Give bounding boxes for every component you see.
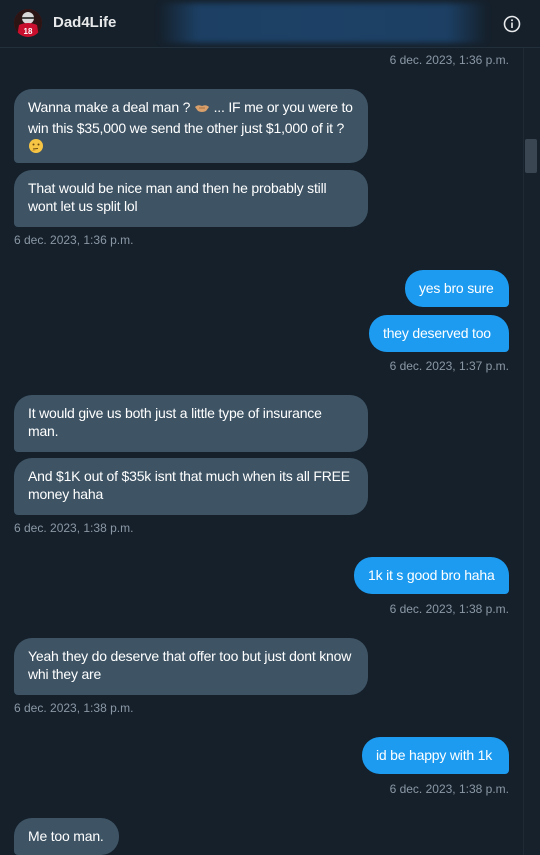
message-timestamp: 6 dec. 2023, 1:38 p.m. [389, 782, 509, 796]
message-bubble-incoming[interactable]: Wanna make a deal man ? ... IF me or you… [14, 89, 368, 163]
thinking-face-emoji [28, 138, 44, 158]
redacted-banner [158, 3, 488, 43]
message-text: Yeah they do deserve that offer too but … [28, 648, 352, 682]
message-text: Me too man. [28, 828, 104, 844]
svg-text:18: 18 [24, 27, 33, 36]
message-text: Wanna make a deal man ? [28, 99, 191, 115]
message-bubble-incoming[interactable]: Me too man. [14, 818, 119, 855]
message-timestamp: 6 dec. 2023, 1:37 p.m. [389, 359, 509, 373]
message-bubble-outgoing[interactable]: they deserved too [369, 315, 509, 352]
info-icon[interactable] [502, 14, 522, 34]
scrollbar-thumb[interactable] [525, 139, 537, 173]
message-bubble-incoming[interactable]: It would give us both just a little type… [14, 395, 368, 452]
message-text: It would give us both just a little type… [28, 405, 322, 439]
message-timestamp: 6 dec. 2023, 1:36 p.m. [14, 233, 134, 247]
message-text: That would be nice man and then he proba… [28, 180, 327, 214]
message-timestamp: 6 dec. 2023, 1:38 p.m. [14, 701, 134, 715]
message-bubble-incoming[interactable]: That would be nice man and then he proba… [14, 170, 368, 227]
conversation-header: 18 Dad4Life [0, 0, 540, 48]
contact-name[interactable]: Dad4Life [53, 14, 116, 31]
message-timestamp: 6 dec. 2023, 1:36 p.m. [389, 53, 509, 67]
message-bubble-incoming[interactable]: And $1K out of $35k isnt that much when … [14, 458, 368, 515]
message-bubble-outgoing[interactable]: yes bro sure [405, 270, 509, 307]
message-timestamp: 6 dec. 2023, 1:38 p.m. [14, 521, 134, 535]
football-player-avatar-icon[interactable]: 18 [14, 9, 42, 37]
handshake-emoji [194, 101, 210, 119]
message-text: 1k it s good bro haha [368, 567, 495, 583]
message-text: they deserved too [383, 325, 491, 341]
message-text: yes bro sure [419, 280, 494, 296]
message-timestamp: 6 dec. 2023, 1:38 p.m. [389, 602, 509, 616]
message-bubble-outgoing[interactable]: 1k it s good bro haha [354, 557, 509, 594]
message-bubble-incoming[interactable]: Yeah they do deserve that offer too but … [14, 638, 368, 695]
message-text: And $1K out of $35k isnt that much when … [28, 468, 350, 502]
message-text: id be happy with 1k [376, 747, 493, 763]
message-bubble-outgoing[interactable]: id be happy with 1k [362, 737, 509, 774]
